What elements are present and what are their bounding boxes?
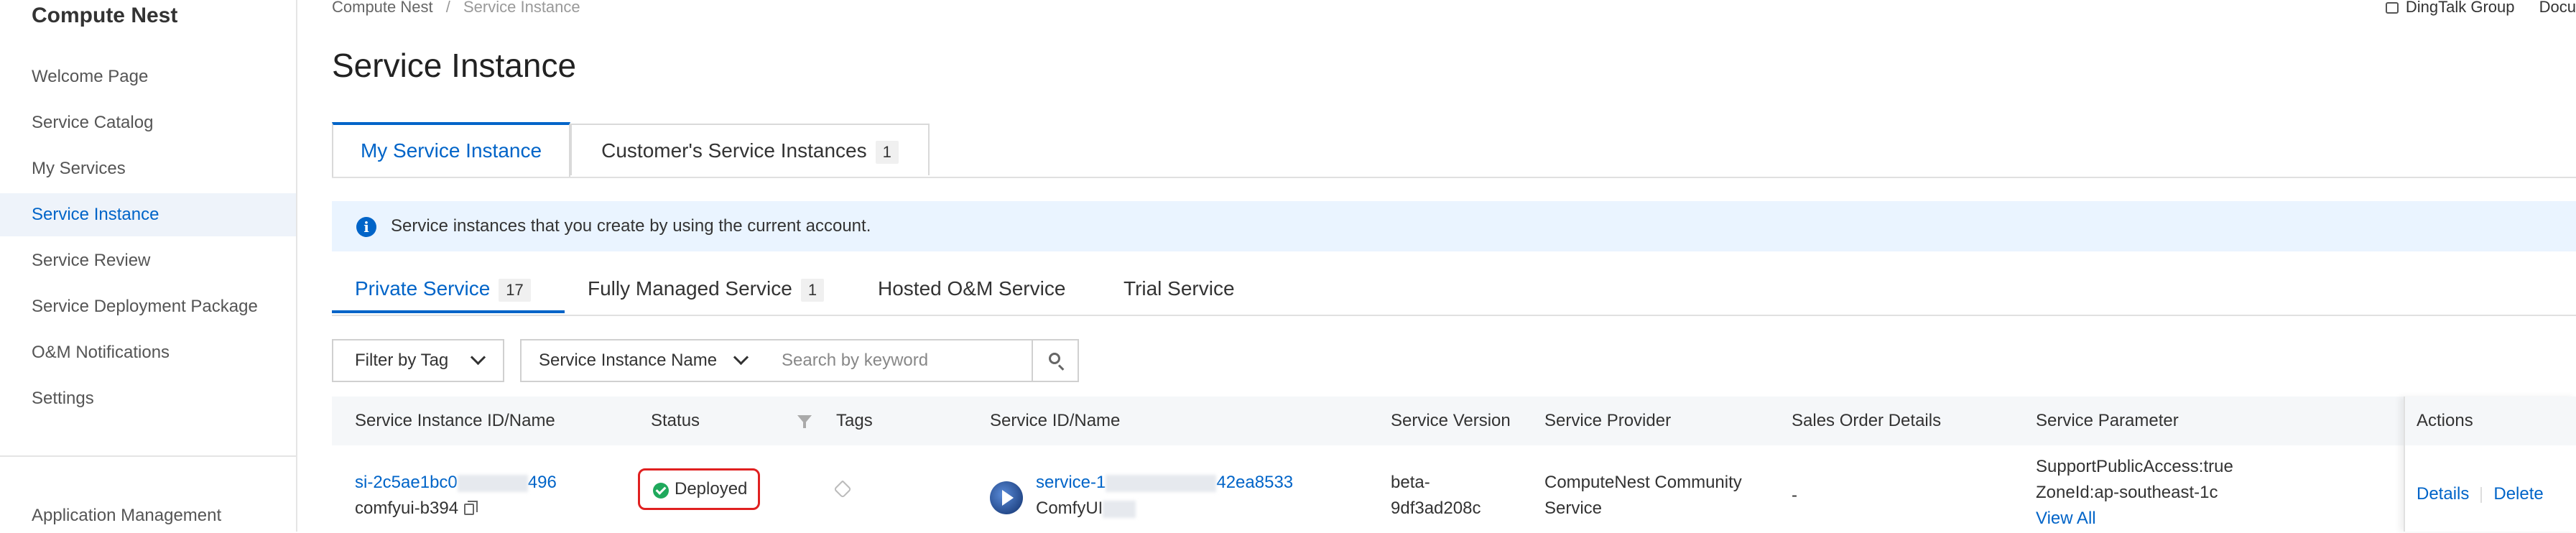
tab-label: Trial Service bbox=[1123, 277, 1235, 300]
breadcrumb-current: Service Instance bbox=[463, 0, 580, 16]
tab-count-badge: 1 bbox=[875, 141, 899, 164]
tab-fully-managed-service[interactable]: Fully Managed Service 1 bbox=[588, 264, 825, 313]
service-id-cell: service-1 42ea8533 bbox=[1036, 470, 1293, 496]
tab-label: Fully Managed Service bbox=[588, 277, 792, 300]
tab-customer-service-instances[interactable]: Customer's Service Instances 1 bbox=[570, 124, 930, 175]
tab-my-service-instance[interactable]: My Service Instance bbox=[332, 122, 570, 177]
status-highlight: Deployed bbox=[638, 468, 760, 510]
chevron-down-icon bbox=[733, 349, 749, 366]
tag-icon[interactable] bbox=[833, 480, 852, 499]
service-name: ComfyUI bbox=[1036, 499, 1103, 518]
sidebar-item-service-instance[interactable]: Service Instance bbox=[0, 193, 296, 236]
service-id-link[interactable]: service-1 42ea8533 bbox=[1036, 473, 1293, 492]
sidebar-divider bbox=[0, 455, 296, 457]
sidebar-item-service-deployment-package[interactable]: Service Deployment Package bbox=[0, 285, 296, 328]
page-title: Service Instance bbox=[332, 47, 577, 84]
instance-id-end: 496 bbox=[527, 473, 557, 492]
search-field-select[interactable]: Service Instance Name bbox=[520, 339, 767, 382]
service-id-start: service-1 bbox=[1036, 473, 1106, 492]
instance-id-link[interactable]: si-2c5ae1bc0 496 bbox=[355, 473, 557, 492]
search-button[interactable] bbox=[1032, 339, 1079, 382]
sales-order-details: - bbox=[1792, 486, 1797, 505]
service-id-end: 42ea8533 bbox=[1216, 473, 1294, 492]
info-icon: i bbox=[356, 217, 376, 237]
instance-id-start: si-2c5ae1bc0 bbox=[355, 473, 458, 492]
sidebar-item-my-services[interactable]: My Services bbox=[0, 147, 296, 190]
sidebar-item-service-catalog[interactable]: Service Catalog bbox=[0, 101, 296, 144]
chevron-down-icon bbox=[470, 349, 486, 366]
instance-name-cell: comfyui-b394 bbox=[355, 496, 478, 522]
search-icon-handle bbox=[1057, 364, 1065, 371]
view-all-link[interactable]: View All bbox=[2036, 506, 2096, 532]
column-header-tags: Tags bbox=[836, 411, 873, 430]
sidebar-item-application-management[interactable]: Application Management bbox=[32, 499, 221, 533]
column-header-version: Service Version bbox=[1391, 411, 1511, 430]
action-divider bbox=[2480, 486, 2483, 503]
documentation-link[interactable]: Docu bbox=[2539, 0, 2576, 16]
service-type-tabs: Private Service 17 Fully Managed Service 1… bbox=[332, 264, 2576, 316]
sidebar-item-service-review[interactable]: Service Review bbox=[0, 239, 296, 282]
service-name-cell: ComfyUI bbox=[1036, 496, 1136, 522]
breadcrumb: Compute Nest / Service Instance bbox=[332, 0, 580, 16]
actions-column: Actions Details Delete bbox=[2404, 397, 2576, 532]
tab-hosted-om-service[interactable]: Hosted O&M Service bbox=[878, 264, 1065, 313]
tab-private-service[interactable]: Private Service 17 bbox=[332, 264, 565, 313]
top-links: DingTalk Group Docu bbox=[2385, 0, 2576, 16]
tab-label: My Service Instance bbox=[360, 139, 542, 162]
filter-funnel-icon-stem bbox=[803, 422, 806, 428]
column-header-provider: Service Provider bbox=[1544, 411, 1672, 430]
details-button[interactable]: Details bbox=[2417, 484, 2469, 504]
redacted-text bbox=[457, 474, 528, 492]
service-provider-line1: ComputeNest Community bbox=[1544, 473, 1742, 492]
breadcrumb-root[interactable]: Compute Nest bbox=[332, 0, 433, 16]
sidebar-item-om-notifications[interactable]: O&M Notifications bbox=[0, 331, 296, 374]
tab-count-badge: 1 bbox=[800, 279, 825, 302]
service-version-line1: beta- bbox=[1391, 473, 1430, 492]
table-row: si-2c5ae1bc0 496 comfyui-b394 Deployed se… bbox=[332, 445, 2576, 532]
table-header: Service Instance ID/Name Status Tags Ser… bbox=[332, 397, 2576, 445]
info-banner: i Service instances that you create by u… bbox=[332, 201, 2576, 251]
redacted-text bbox=[1106, 474, 1217, 492]
tab-label: Hosted O&M Service bbox=[878, 277, 1066, 300]
service-logo bbox=[990, 481, 1023, 514]
column-header-sales-order: Sales Order Details bbox=[1792, 411, 1942, 430]
service-version-line2: 9df3ad208c bbox=[1391, 499, 1481, 518]
search-field-label: Service Instance Name bbox=[539, 351, 718, 370]
dingtalk-icon bbox=[2385, 2, 2399, 14]
tab-label: Private Service bbox=[355, 277, 491, 300]
column-header-service-parameter: Service Parameter bbox=[2036, 411, 2179, 430]
sidebar: Compute Nest Welcome Page Service Catalo… bbox=[0, 0, 297, 532]
column-header-status: Status bbox=[651, 411, 700, 430]
service-parameter-line2: ZoneId:ap-southeast-1c bbox=[2036, 483, 2218, 502]
check-circle-icon bbox=[653, 483, 669, 499]
sidebar-item-welcome-page[interactable]: Welcome Page bbox=[0, 55, 296, 98]
copy-icon[interactable] bbox=[464, 500, 478, 515]
dingtalk-group-link[interactable]: DingTalk Group bbox=[2406, 0, 2515, 16]
column-header-actions-pinned: Actions bbox=[2405, 397, 2576, 445]
tab-label: Customer's Service Instances bbox=[601, 139, 867, 162]
column-header-service: Service ID/Name bbox=[990, 411, 1121, 430]
filter-by-tag-dropdown[interactable]: Filter by Tag bbox=[332, 339, 504, 382]
sidebar-title: Compute Nest bbox=[32, 4, 178, 27]
instance-id-cell: si-2c5ae1bc0 496 bbox=[355, 470, 557, 496]
search-input[interactable] bbox=[766, 339, 1033, 382]
delete-button[interactable]: Delete bbox=[2493, 484, 2543, 504]
row-actions: Details Delete bbox=[2417, 481, 2544, 507]
tab-trial-service[interactable]: Trial Service bbox=[1123, 264, 1235, 313]
service-provider-line2: Service bbox=[1544, 499, 1603, 518]
redacted-text bbox=[1103, 500, 1136, 518]
instance-name: comfyui-b394 bbox=[355, 499, 459, 518]
column-header-instance: Service Instance ID/Name bbox=[355, 411, 555, 430]
sidebar-item-settings[interactable]: Settings bbox=[0, 377, 296, 420]
tab-count-badge: 17 bbox=[499, 279, 531, 302]
main-tabs: My Service Instance Customer's Service I… bbox=[332, 122, 2576, 178]
info-message: Service instances that you create by usi… bbox=[391, 216, 871, 236]
search-icon bbox=[1049, 353, 1060, 364]
status-badge: Deployed bbox=[675, 479, 748, 499]
filter-by-tag-label: Filter by Tag bbox=[355, 351, 449, 370]
service-parameter-line1: SupportPublicAccess:true bbox=[2036, 457, 2233, 476]
breadcrumb-separator: / bbox=[445, 0, 450, 16]
